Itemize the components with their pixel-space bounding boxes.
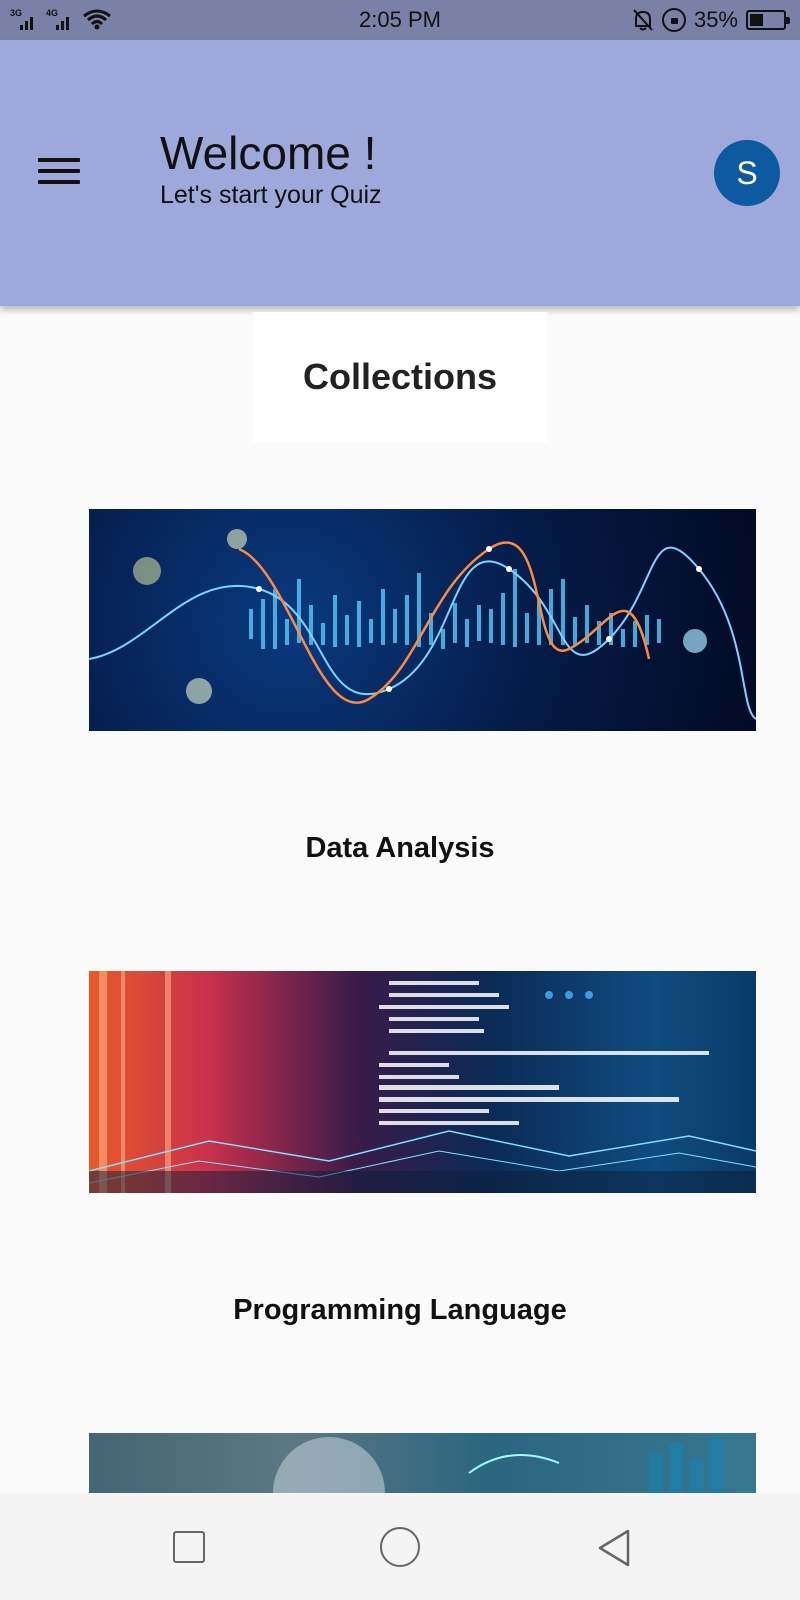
app-screen: 3G 4G 2:05 PM 35% Welcome ! Let's start …	[0, 0, 800, 1600]
hamburger-menu-icon[interactable]	[38, 158, 84, 190]
back-icon[interactable]	[596, 1527, 632, 1569]
recent-apps-icon[interactable]	[173, 1531, 205, 1563]
system-navigation-bar	[0, 1493, 800, 1600]
welcome-subtitle: Let's start your Quiz	[160, 180, 382, 209]
status-bar: 3G 4G 2:05 PM 35%	[0, 0, 800, 40]
data-analysis-chart-image[interactable]	[89, 509, 756, 731]
status-right: 35%	[632, 7, 790, 33]
collections-heading-card: Collections	[253, 312, 547, 442]
battery-fill	[750, 14, 763, 26]
card-title-programming-language[interactable]: Programming Language	[0, 1294, 800, 1327]
welcome-title: Welcome !	[160, 127, 377, 179]
ai-technology-image[interactable]	[89, 1433, 756, 1493]
ai-technology-graphic	[89, 1433, 756, 1493]
collections-title: Collections	[302, 356, 498, 397]
programming-code-image[interactable]	[89, 971, 756, 1193]
avatar[interactable]: S	[714, 140, 780, 206]
card-title-data-analysis[interactable]: Data Analysis	[0, 832, 800, 865]
data-analysis-chart-graphic	[89, 529, 756, 720]
notifications-off-icon	[633, 9, 653, 31]
home-icon[interactable]	[380, 1527, 420, 1567]
battery-icon	[746, 10, 790, 30]
rotation-lock-icon	[661, 8, 686, 32]
battery-percent: 35%	[693, 7, 738, 32]
header-text: Welcome ! Let's start your Quiz	[160, 128, 382, 210]
programming-code-graphic	[89, 971, 756, 1193]
app-header: Welcome ! Let's start your Quiz S	[0, 40, 800, 306]
